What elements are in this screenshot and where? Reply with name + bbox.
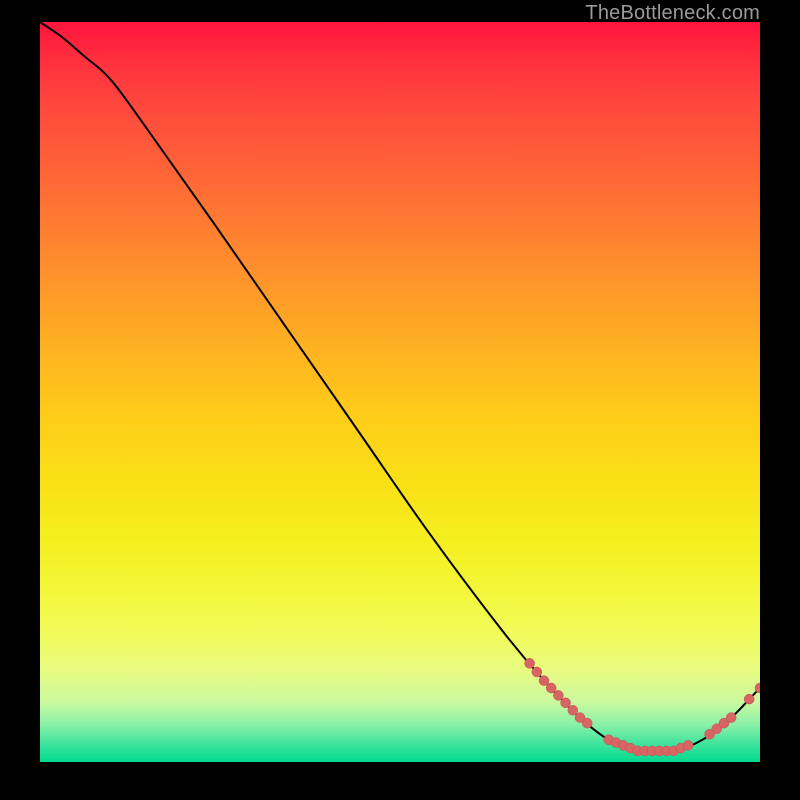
data-point-marker — [582, 718, 592, 728]
curve-layer — [40, 22, 760, 762]
data-point-marker — [561, 698, 571, 708]
data-point-marker — [683, 740, 693, 750]
data-point-marker — [525, 658, 535, 668]
data-point-marker — [539, 676, 549, 686]
data-point-marker — [553, 690, 563, 700]
data-point-marker — [546, 683, 556, 693]
data-point-marker — [532, 667, 542, 677]
data-point-marker — [726, 713, 736, 723]
gradient-plot-area — [40, 22, 760, 762]
bottleneck-curve — [40, 22, 760, 752]
chart-frame: TheBottleneck.com — [0, 0, 800, 800]
data-point-marker — [568, 705, 578, 715]
data-markers — [525, 658, 760, 756]
data-point-marker — [744, 694, 754, 704]
